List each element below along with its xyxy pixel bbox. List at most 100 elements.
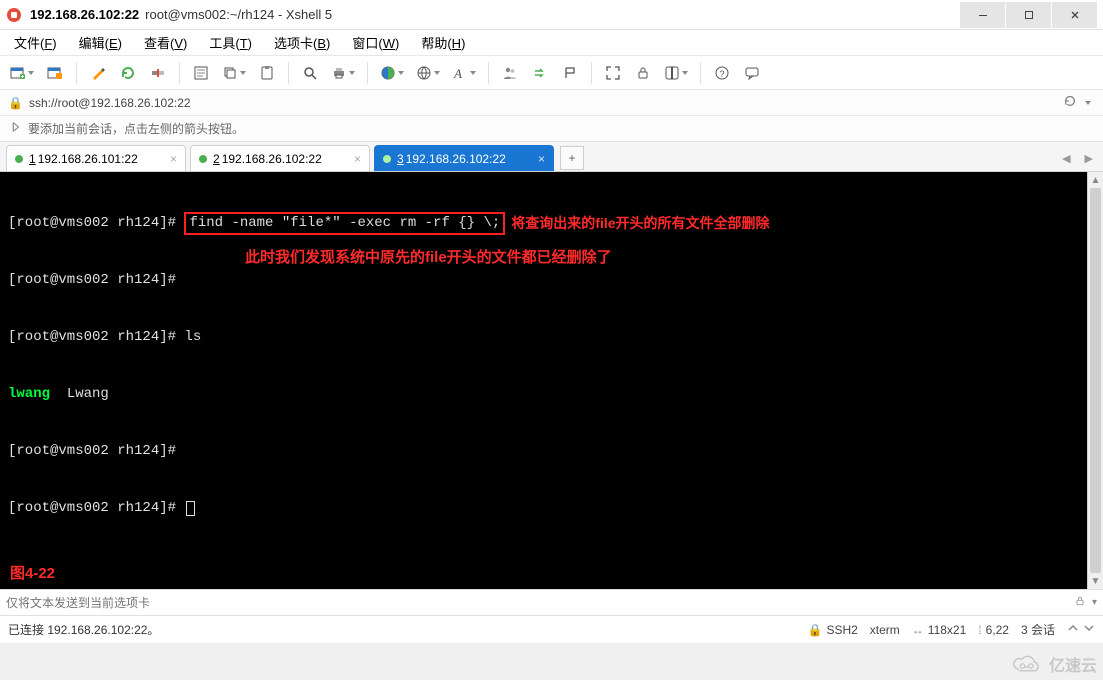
- dropdown-caret-icon: [28, 71, 34, 75]
- toolbar-separator: [76, 62, 77, 84]
- terminal-line: [root@vms002 rh124]#: [8, 499, 1097, 518]
- add-tab-button[interactable]: +: [560, 146, 584, 170]
- scroll-down-icon[interactable]: ▼: [1088, 573, 1103, 589]
- scroll-up-icon[interactable]: ▲: [1088, 172, 1103, 188]
- compose-input[interactable]: [6, 596, 1074, 610]
- color-button[interactable]: [376, 60, 408, 86]
- tab-1[interactable]: 1 192.168.26.101:22 ×: [6, 145, 186, 171]
- dropdown-caret-icon: [398, 71, 404, 75]
- transfer-button[interactable]: [527, 60, 553, 86]
- users-button[interactable]: [497, 60, 523, 86]
- tab-nav-right-icon[interactable]: ▶: [1081, 150, 1097, 167]
- script-button[interactable]: [85, 60, 111, 86]
- fullscreen-button[interactable]: [600, 60, 626, 86]
- lock-button[interactable]: [630, 60, 656, 86]
- shell-command: ls: [184, 328, 201, 347]
- help-button[interactable]: ?: [709, 60, 735, 86]
- terminal-line: lwang Lwang: [8, 385, 1097, 404]
- terminal-line: [root@vms002 rh124]#: [8, 442, 1097, 461]
- close-button[interactable]: [1052, 2, 1097, 28]
- status-up-icon[interactable]: [1067, 622, 1079, 637]
- scroll-thumb[interactable]: [1090, 188, 1101, 573]
- cursor-icon: [186, 501, 195, 516]
- toolbar-separator: [488, 62, 489, 84]
- lock-icon: 🔒: [807, 623, 822, 637]
- font-button[interactable]: A: [448, 60, 480, 86]
- status-down-icon[interactable]: [1083, 622, 1095, 637]
- tab-number: 2: [213, 152, 220, 166]
- menu-window[interactable]: 窗口(W): [344, 30, 407, 55]
- status-dot-icon: [199, 155, 207, 163]
- terminal-scrollbar[interactable]: ▲ ▼: [1087, 172, 1103, 589]
- menu-file[interactable]: 文件(F): [6, 30, 65, 55]
- toolbar-separator: [179, 62, 180, 84]
- toolbar-separator: [288, 62, 289, 84]
- pos-icon: ⁞: [978, 623, 981, 637]
- toolbar-separator: [700, 62, 701, 84]
- xftp-button[interactable]: [557, 60, 583, 86]
- status-protocol: 🔒 SSH2: [807, 623, 857, 637]
- lock-icon: 🔒: [8, 96, 23, 110]
- terminal-line: [root@vms002 rh124]# ls: [8, 328, 1097, 347]
- dropdown-caret-icon: [349, 71, 355, 75]
- menu-tabs[interactable]: 选项卡(B): [266, 30, 338, 55]
- terminal[interactable]: [root@vms002 rh124]# find -name "file*" …: [0, 172, 1103, 589]
- menu-edit[interactable]: 编辑(E): [71, 30, 130, 55]
- toolbar: A ?: [0, 56, 1103, 90]
- compose-caret-icon[interactable]: ▾: [1092, 597, 1097, 608]
- copy-button[interactable]: [218, 60, 250, 86]
- status-size: ↔ 118x21: [912, 623, 966, 637]
- toolbar-separator: [367, 62, 368, 84]
- minimize-button[interactable]: [960, 2, 1005, 28]
- tip-arrow-icon[interactable]: [8, 120, 28, 137]
- tab-3-active[interactable]: 3 192.168.26.102:22 ×: [374, 145, 554, 171]
- figure-label: 图4-22: [10, 564, 55, 583]
- find-button[interactable]: [297, 60, 323, 86]
- scroll-track[interactable]: [1088, 188, 1103, 573]
- cloud-icon: [1009, 654, 1043, 674]
- shell-prompt: [root@vms002 rh124]#: [8, 499, 184, 518]
- compose-lock-icon[interactable]: [1074, 595, 1086, 610]
- open-session-button[interactable]: [42, 60, 68, 86]
- watermark-text: 亿速云: [1049, 652, 1097, 676]
- print-button[interactable]: [327, 60, 359, 86]
- dropdown-caret-icon: [682, 71, 688, 75]
- title-bar: 192.168.26.102:22 root@vms002:~/rh124 - …: [0, 0, 1103, 30]
- tip-text: 要添加当前会话，点击左侧的箭头按钮。: [28, 120, 244, 137]
- encoding-button[interactable]: [412, 60, 444, 86]
- status-cursor-pos: ⁞ 6,22: [978, 623, 1009, 637]
- menu-help[interactable]: 帮助(H): [413, 30, 473, 55]
- tip-bar: 要添加当前会话，点击左侧的箭头按钮。: [0, 116, 1103, 142]
- tab-label: 192.168.26.102:22: [222, 152, 322, 166]
- compose-input-bar: ▾: [0, 589, 1103, 615]
- tab-close-icon[interactable]: ×: [162, 152, 177, 166]
- reconnect-button[interactable]: [115, 60, 141, 86]
- status-sessions: 3 会话: [1021, 621, 1055, 638]
- new-session-button[interactable]: [6, 60, 38, 86]
- status-termtype: xterm: [870, 623, 900, 637]
- terminal-line: [root@vms002 rh124]# find -name "file*" …: [8, 214, 1097, 233]
- annotation-text-2: 此时我们发现系统中原先的file开头的文件都已经删除了: [245, 248, 612, 267]
- tab-close-icon[interactable]: ×: [530, 152, 545, 166]
- menu-view[interactable]: 查看(V): [136, 30, 195, 55]
- maximize-button[interactable]: [1006, 2, 1051, 28]
- toggle-button[interactable]: [660, 60, 692, 86]
- disconnect-button[interactable]: [145, 60, 171, 86]
- svg-text:A: A: [453, 66, 462, 81]
- paste-button[interactable]: [254, 60, 280, 86]
- tab-nav-left-icon[interactable]: ◀: [1058, 150, 1074, 167]
- shell-prompt: [root@vms002 rh124]#: [8, 328, 184, 347]
- dropdown-caret-icon[interactable]: [1085, 101, 1091, 105]
- tab-number: 3: [397, 152, 404, 166]
- menu-tools[interactable]: 工具(T): [201, 30, 260, 55]
- dialog-button[interactable]: [739, 60, 765, 86]
- session-tabs: 1 192.168.26.101:22 × 2 192.168.26.102:2…: [0, 142, 1103, 172]
- tab-close-icon[interactable]: ×: [346, 152, 361, 166]
- tab-label: 192.168.26.101:22: [38, 152, 138, 166]
- properties-button[interactable]: [188, 60, 214, 86]
- address-url[interactable]: ssh://root@192.168.26.102:22: [29, 96, 191, 110]
- tab-number: 1: [29, 152, 36, 166]
- refresh-icon[interactable]: [1057, 94, 1083, 111]
- dropdown-caret-icon: [434, 71, 440, 75]
- tab-2[interactable]: 2 192.168.26.102:22 ×: [190, 145, 370, 171]
